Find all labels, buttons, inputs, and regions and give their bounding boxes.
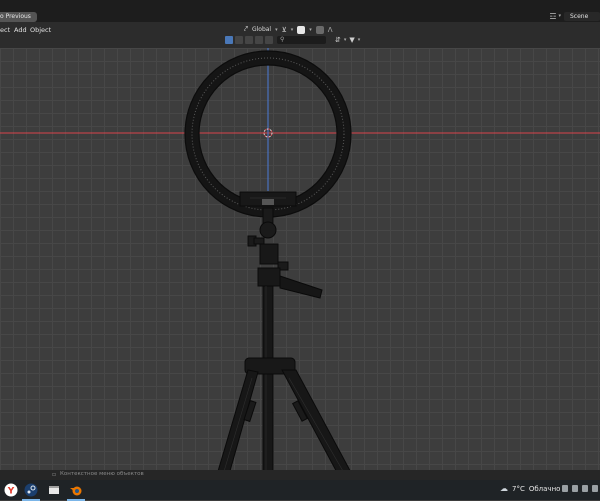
search-input[interactable]: ⚲ (277, 36, 326, 44)
back-to-previous-button[interactable]: o Previous (0, 12, 37, 22)
proportional-editing-icon[interactable] (315, 25, 324, 34)
pivot-icon[interactable]: ⊻ (282, 26, 287, 34)
system-tray (562, 485, 598, 492)
status-bar: ▫ Контекстное меню объектов (0, 470, 600, 480)
ball-head-mount[interactable] (247, 207, 323, 299)
search-icon: ⚲ (280, 36, 285, 43)
file-explorer-icon[interactable] (45, 481, 63, 499)
scene-selector[interactable]: ☲ ▾ Scene (549, 10, 600, 22)
scene-name-field[interactable]: Scene (564, 11, 600, 21)
select-mode-subtract-icon[interactable] (245, 36, 253, 44)
windows-taskbar: Y ☁ 7°C Облачно (0, 480, 600, 501)
weather-temperature: 7°C (512, 484, 525, 493)
orientation-select[interactable]: Global (252, 26, 271, 33)
status-hint-text: Контекстное меню объектов (60, 471, 144, 477)
3d-viewport[interactable] (0, 48, 600, 470)
tray-app-icon[interactable] (582, 485, 588, 492)
filter-icon[interactable]: ▼ (349, 36, 354, 44)
tray-volume-icon[interactable] (592, 485, 598, 492)
top-bar: o Previous ☲ ▾ Scene (0, 0, 600, 23)
tripod-legs[interactable] (216, 357, 354, 470)
weather-description: Облачно (528, 484, 561, 493)
select-mode-set-icon[interactable] (225, 36, 233, 44)
transform-orientation-group: ⤤ Global ▾ ⊻ ▾ ▾ Λ (244, 25, 333, 34)
weather-widget[interactable]: ☁ 7°C Облачно (500, 484, 560, 493)
tripod-center-pole[interactable] (262, 285, 274, 470)
select-mode-intersect-icon[interactable] (265, 36, 273, 44)
menu-select[interactable]: ect (0, 26, 10, 34)
chevron-down-icon: ▾ (309, 26, 312, 33)
selection-mode-group: ⚲ (225, 36, 326, 44)
sort-icon[interactable]: ⇵ (335, 36, 341, 44)
cloud-icon: ☁ (500, 484, 508, 493)
chevron-down-icon: ▾ (343, 37, 347, 43)
tray-network-icon[interactable] (572, 485, 578, 492)
yandex-browser-icon[interactable]: Y (2, 481, 20, 499)
snap-increment-icon[interactable] (297, 25, 306, 34)
blender-icon[interactable] (67, 481, 85, 501)
svg-text:Y: Y (7, 487, 15, 497)
falloff-icon[interactable]: Λ (328, 26, 333, 34)
menu-object[interactable]: Object (30, 26, 51, 34)
chevron-down-icon: ▾ (275, 26, 278, 33)
viewport-header: ect Add Object ⤤ Global ▾ ⊻ ▾ ▾ Λ ⚲ ⇵ ▾ … (0, 22, 600, 49)
select-mode-extend-icon[interactable] (235, 36, 243, 44)
chevron-down-icon: ▾ (357, 37, 361, 43)
select-mode-invert-icon[interactable] (255, 36, 263, 44)
scene-icon: ☲ (549, 11, 557, 21)
tray-chevron-icon[interactable] (562, 485, 568, 492)
viewport-canvas (0, 48, 600, 470)
chevron-down-icon: ▾ (290, 26, 294, 33)
mouse-icon: ▫ (52, 471, 57, 478)
filter-group: ⇵ ▾ ▼ ▾ (335, 36, 360, 44)
menu-add[interactable]: Add (14, 26, 27, 34)
steam-icon[interactable] (22, 481, 40, 501)
chevron-down-icon: ▾ (558, 13, 561, 19)
orientation-icon: ⤤ (244, 25, 248, 33)
